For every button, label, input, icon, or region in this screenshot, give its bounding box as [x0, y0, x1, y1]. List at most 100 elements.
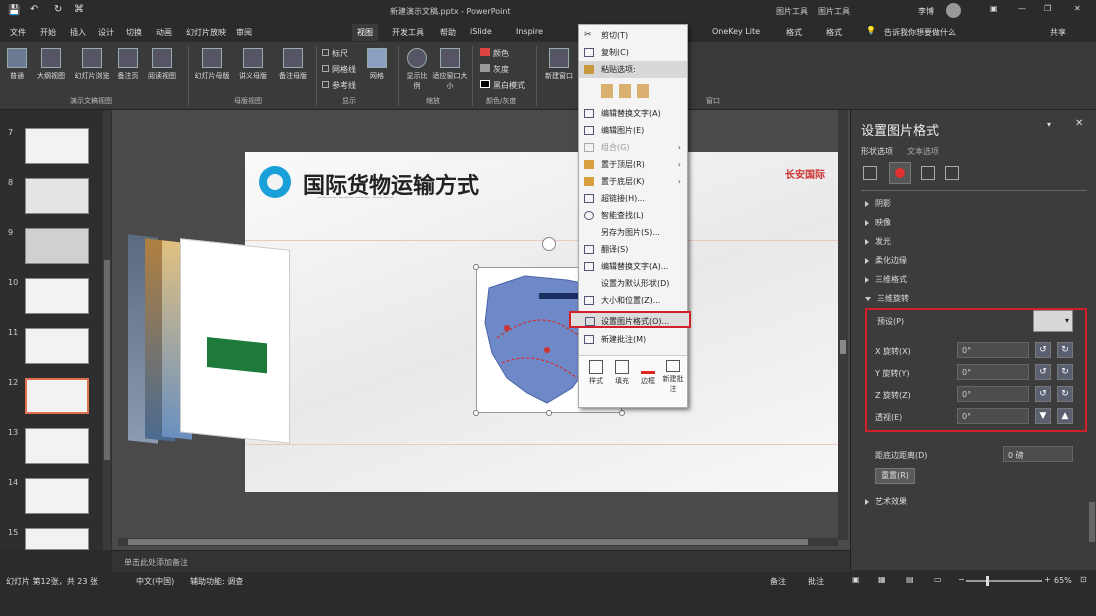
menu-item-cut[interactable]: ✂ 剪切(T)	[579, 27, 687, 44]
menu-item-send-back[interactable]: 置于底层(K) ›	[579, 173, 687, 190]
widen-field-icon[interactable]: ▲	[1057, 408, 1073, 424]
tell-me-search[interactable]: 告诉我你想要做什么	[884, 27, 956, 38]
tab-format-2[interactable]: 格式	[826, 27, 842, 38]
avatar[interactable]	[946, 3, 961, 18]
notes-area[interactable]: 单击此处添加备注	[112, 550, 850, 572]
rotate-handle[interactable]	[542, 237, 556, 251]
menu-item-paste-options[interactable]: 粘贴选项:	[579, 61, 687, 78]
tab-help[interactable]: 帮助	[440, 27, 456, 38]
tab-transitions[interactable]: 切换	[126, 27, 142, 38]
zoom-button[interactable]: 显示比例	[404, 48, 430, 91]
section-glow[interactable]: 发光	[865, 236, 891, 247]
slide-thumbnail[interactable]	[25, 128, 89, 164]
x-rotation-input[interactable]: 0°	[957, 342, 1029, 358]
paste-icon[interactable]	[619, 84, 631, 98]
pane-options-icon[interactable]: ▾	[1047, 120, 1051, 129]
color-button[interactable]: 颜色	[480, 48, 509, 59]
menu-item-size-position[interactable]: 大小和位置(Z)...	[579, 292, 687, 309]
black-white-button[interactable]: 黑白模式	[480, 80, 525, 91]
menu-item-set-default[interactable]: 设置为默认形状(D)	[579, 275, 687, 292]
section-3d-rotation[interactable]: 三维旋转	[865, 293, 909, 304]
tab-review[interactable]: 审阅	[236, 27, 252, 38]
close-button[interactable]: ✕	[1074, 4, 1081, 13]
rotate-up-icon[interactable]: ↺	[1035, 364, 1051, 380]
paste-options-row[interactable]	[579, 78, 687, 104]
editor-vscrollbar[interactable]	[838, 110, 848, 540]
style-button[interactable]: 样式	[585, 360, 607, 386]
menu-item-bring-front[interactable]: 置于顶层(R) ›	[579, 156, 687, 173]
notes-master-button[interactable]: 备注母版	[274, 48, 312, 81]
undo-icon[interactable]: ↶	[30, 4, 38, 15]
slideshow-icon[interactable]: ▭	[934, 575, 942, 584]
rotate-down-icon[interactable]: ↻	[1057, 364, 1073, 380]
editor-hscrollbar[interactable]	[118, 538, 838, 546]
notes-toggle-button[interactable]: 备注	[770, 576, 786, 587]
tab-design[interactable]: 设计	[98, 27, 114, 38]
slide-canvas[interactable]: 国际货物运输方式 ———— ——— ——— —— —— 长安国际	[245, 152, 838, 492]
tab-islide[interactable]: iSlide	[470, 27, 492, 36]
menu-item-edit-picture[interactable]: 编辑图片(E)	[579, 122, 687, 139]
notes-page-button[interactable]: 备注页	[114, 48, 142, 81]
slide-thumbnail[interactable]	[25, 178, 89, 214]
reading-view-icon[interactable]: ▤	[906, 575, 914, 584]
normal-view-button[interactable]: 普通	[4, 48, 30, 81]
thumbs-scrollbar[interactable]	[103, 110, 111, 550]
fill-button[interactable]: 填充	[611, 360, 633, 386]
distance-input[interactable]: 0 磅	[1003, 446, 1073, 462]
fit-window-button[interactable]: 适应窗口大小	[432, 48, 468, 91]
z-rotation-input[interactable]: 0°	[957, 386, 1029, 402]
menu-item-translate[interactable]: 翻译(S)	[579, 241, 687, 258]
section-shadow[interactable]: 阴影	[865, 198, 891, 209]
tab-onekey[interactable]: OneKey Lite	[712, 27, 760, 36]
zoom-out-icon[interactable]: −	[958, 575, 965, 584]
narrow-field-icon[interactable]: ▼	[1035, 408, 1051, 424]
redo-icon[interactable]: ↻	[54, 4, 62, 15]
slide-thumbnail-selected[interactable]	[25, 378, 89, 414]
resize-handle[interactable]	[473, 264, 479, 270]
share-button[interactable]: 共享	[1050, 27, 1066, 38]
new-comment-button[interactable]: 新建批注	[661, 360, 685, 394]
tab-text-options[interactable]: 文本选项	[907, 146, 939, 157]
size-properties-icon[interactable]	[921, 166, 935, 180]
restore-button[interactable]: ❐	[1044, 4, 1051, 13]
rotate-cw-icon[interactable]: ↻	[1057, 386, 1073, 402]
save-icon[interactable]: 💾	[8, 5, 20, 16]
pane-close-icon[interactable]: ✕	[1075, 118, 1083, 129]
accessibility-status[interactable]: 辅助功能: 调查	[190, 576, 243, 587]
handout-master-button[interactable]: 讲义母版	[234, 48, 272, 81]
rotate-right-icon[interactable]: ↻	[1057, 342, 1073, 358]
tab-shape-options[interactable]: 形状选项	[861, 146, 893, 157]
menu-item-edit-alt-text-2[interactable]: 编辑替换文字(A)...	[579, 258, 687, 275]
perspective-input[interactable]: 0°	[957, 408, 1029, 424]
section-reflection[interactable]: 映像	[865, 217, 891, 228]
section-artistic-effects[interactable]: 艺术效果	[865, 496, 907, 507]
menu-item-format-picture[interactable]: 设置图片格式(O)...	[569, 311, 691, 328]
slide-master-button[interactable]: 幻灯片母版	[192, 48, 232, 81]
ruler-checkbox[interactable]: 标尺	[322, 48, 348, 59]
tab-slideshow[interactable]: 幻灯片放映	[186, 27, 226, 38]
tab-view[interactable]: 视图	[352, 24, 378, 41]
slide-thumbnail[interactable]	[25, 528, 89, 550]
section-3d-format[interactable]: 三维格式	[865, 274, 907, 285]
tab-format-1[interactable]: 格式	[786, 27, 802, 38]
menu-item-new-comment[interactable]: 新建批注(M)	[579, 331, 687, 348]
guides-checkbox[interactable]: 参考线	[322, 80, 356, 91]
comments-toggle-button[interactable]: 批注	[808, 576, 824, 587]
normal-view-icon[interactable]: ▣	[852, 575, 860, 584]
menu-item-edit-alt-text[interactable]: 编辑替换文字(A)	[579, 105, 687, 122]
tab-developer[interactable]: 开发工具	[392, 27, 424, 38]
sorter-view-icon[interactable]: ▦	[878, 575, 886, 584]
slide-thumbnail[interactable]	[25, 478, 89, 514]
zoom-level[interactable]: 65%	[1054, 576, 1072, 585]
menu-item-copy[interactable]: 复制(C)	[579, 44, 687, 61]
paste-icon[interactable]	[601, 84, 613, 98]
section-soft-edges[interactable]: 柔化边缘	[865, 255, 907, 266]
slide-thumbnail[interactable]	[25, 278, 89, 314]
reset-button[interactable]: 重置(R)	[875, 468, 915, 484]
fill-line-icon[interactable]	[863, 166, 877, 180]
resize-handle[interactable]	[546, 410, 552, 416]
tab-file[interactable]: 文件	[10, 27, 26, 38]
language-status[interactable]: 中文(中国)	[136, 576, 174, 587]
menu-item-smart-lookup[interactable]: 智能查找(L)	[579, 207, 687, 224]
zoom-slider[interactable]	[966, 576, 1042, 586]
